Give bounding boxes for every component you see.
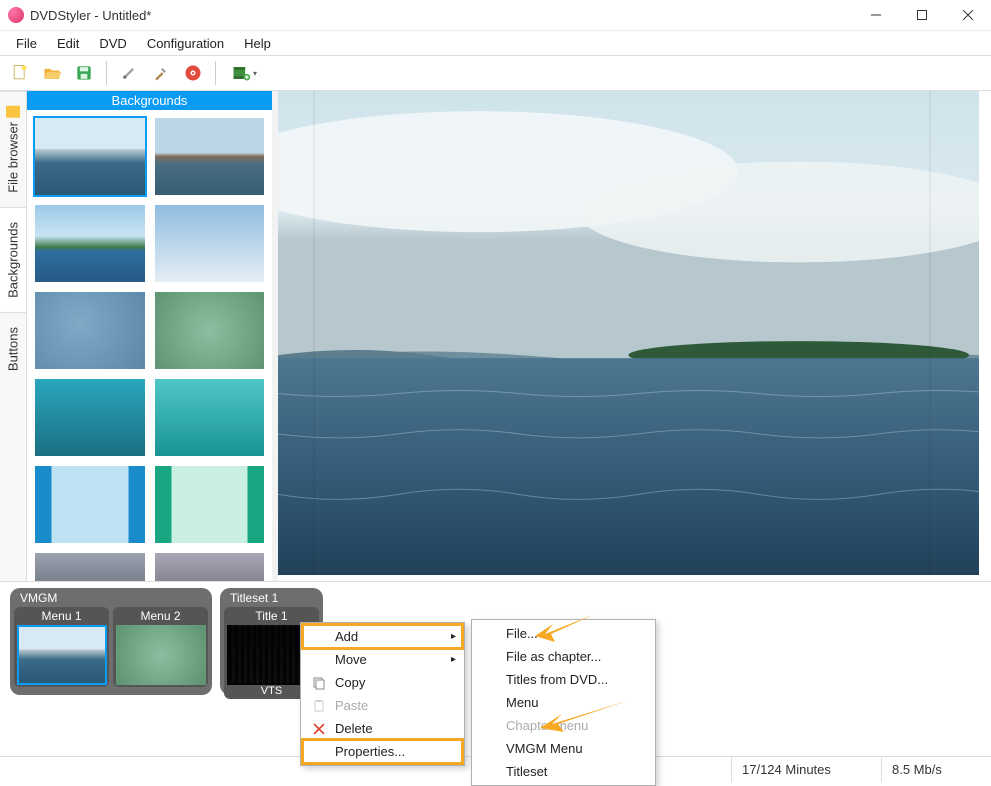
bg-thumb[interactable] [153,116,267,197]
folder-icon [6,106,20,118]
ctx-add[interactable]: Add▸ [303,625,462,648]
delete-icon [309,723,329,735]
backgrounds-panel: Backgrounds [27,91,272,581]
ctx-copy[interactable]: Copy [303,671,462,694]
app-icon [8,7,24,23]
ctx-delete[interactable]: Delete [303,717,462,740]
menu-help[interactable]: Help [234,33,281,54]
save-button[interactable] [70,59,98,87]
timeline-cell[interactable]: Menu 1 [14,607,109,687]
bg-thumb[interactable] [33,290,147,371]
tab-file-browser[interactable]: File browser [0,91,26,207]
ctx-add-file-as-chapter[interactable]: File as chapter... [474,645,653,668]
menu-dvd[interactable]: DVD [89,33,136,54]
status-minutes: 17/124 Minutes [731,757,881,782]
annotation-arrow [535,614,595,644]
ctx-paste: Paste [303,694,462,717]
tab-backgrounds[interactable]: Backgrounds [0,207,26,312]
ctx-properties[interactable]: Properties... [303,740,462,763]
bg-thumb[interactable] [153,377,267,458]
ctx-move[interactable]: Move▸ [303,648,462,671]
bg-thumb[interactable] [33,464,147,545]
bg-thumb[interactable] [153,203,267,284]
bg-thumb[interactable] [33,116,147,197]
ctx-add-titleset[interactable]: Titleset [474,760,653,783]
close-button[interactable] [945,0,991,31]
copy-icon [309,676,329,690]
new-button[interactable] [6,59,34,87]
backgrounds-grid[interactable] [27,110,272,581]
bg-thumb[interactable] [153,290,267,371]
add-clip-button[interactable]: ▾ [224,59,264,87]
ctx-add-titles-from-dvd[interactable]: Titles from DVD... [474,668,653,691]
timeline-group-vmgm: VMGM Menu 1 Menu 2 [10,588,212,695]
menu-canvas[interactable] [278,91,979,575]
ctx-add-vmgm-menu[interactable]: VMGM Menu [474,737,653,760]
bg-thumb[interactable] [153,464,267,545]
chevron-down-icon: ▾ [253,69,257,78]
bg-thumb[interactable] [33,377,147,458]
tab-buttons[interactable]: Buttons [0,312,26,385]
open-button[interactable] [38,59,66,87]
side-tab-strip: File browser Backgrounds Buttons [0,91,27,581]
toolbar: ▾ [0,55,991,91]
group-label: Titleset 1 [224,591,319,607]
menu-configuration[interactable]: Configuration [137,33,234,54]
paste-icon [309,699,329,713]
preview-area[interactable] [278,91,991,581]
timeline-cell[interactable]: Menu 2 [113,607,208,687]
tools-button[interactable] [147,59,175,87]
annotation-arrow [540,700,630,734]
menu-file[interactable]: File [6,33,47,54]
bg-thumb[interactable] [153,551,267,581]
bg-thumb[interactable] [33,551,147,581]
context-menu: Add▸ Move▸ Copy Paste Delete Properties.… [300,622,465,766]
maximize-button[interactable] [899,0,945,31]
bg-thumb[interactable] [33,203,147,284]
minimize-button[interactable] [853,0,899,31]
menu-bar: File Edit DVD Configuration Help [0,31,991,55]
config-button[interactable] [115,59,143,87]
status-bitrate: 8.5 Mb/s [881,757,991,782]
group-label: VMGM [14,591,208,607]
window-title: DVDStyler - Untitled* [30,8,853,23]
menu-edit[interactable]: Edit [47,33,89,54]
chevron-right-icon: ▸ [451,631,456,642]
chevron-right-icon: ▸ [451,654,456,665]
title-bar: DVDStyler - Untitled* [0,0,991,31]
backgrounds-header: Backgrounds [27,91,272,110]
burn-button[interactable] [179,59,207,87]
